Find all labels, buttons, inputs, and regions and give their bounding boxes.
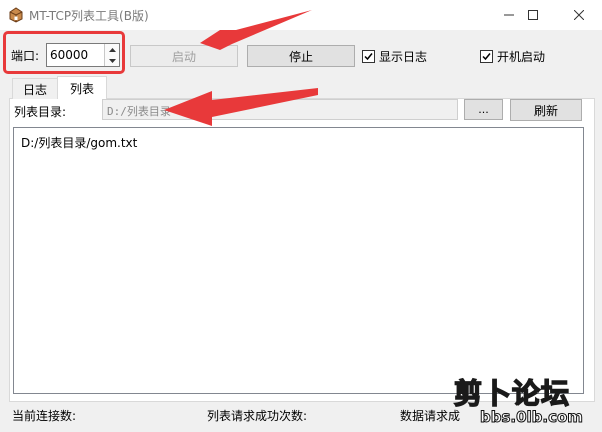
watermark-logo: 剪卜论坛 bbs.0lb.com [444, 370, 602, 432]
annotation-arrows [164, 10, 318, 126]
watermark-url: bbs.0lb.com [480, 408, 584, 427]
arrow-to-port-icon [200, 10, 312, 50]
watermark-text: 剪卜论坛 [453, 376, 571, 411]
app-window: MT-TCP列表工具(B版) 端口: 60000 启动 停止 显示日志 开机启动… [0, 0, 602, 432]
arrow-to-dir-icon [164, 88, 318, 126]
